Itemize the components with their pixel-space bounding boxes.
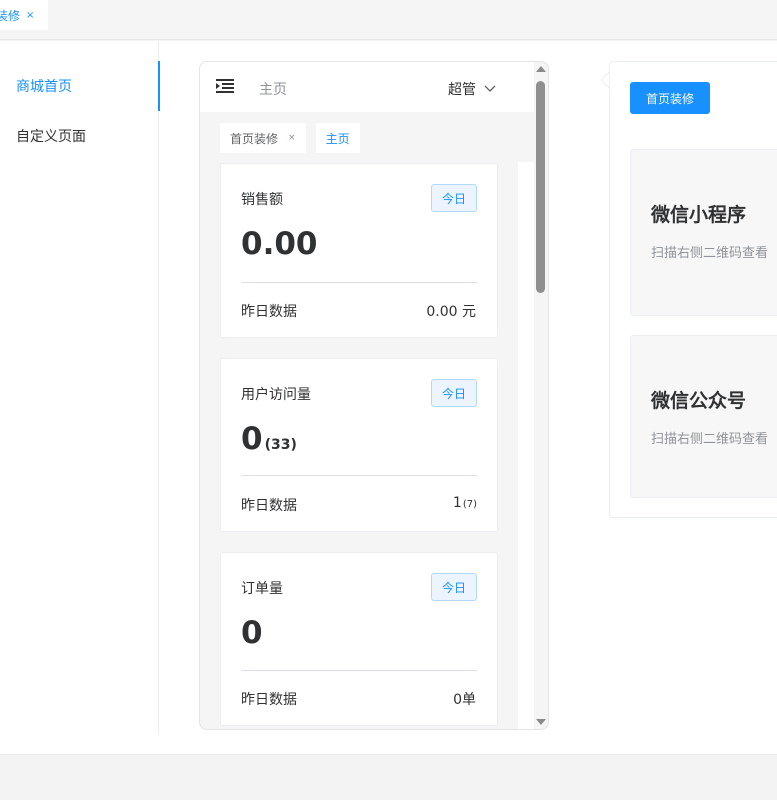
yesterday-value: 1(7) xyxy=(452,495,477,511)
box-desc: 扫描右侧二维码查看 xyxy=(651,432,769,447)
card-value: 0 xyxy=(241,615,263,651)
nav-item-custom-page[interactable]: 自定义页面 xyxy=(0,111,159,161)
decoration-popover: 首页装修 微信小程序 扫描右侧二维码查看 微信公众号 扫描右侧二维码查看 xyxy=(609,61,777,518)
scrollbar-thumb[interactable] xyxy=(536,81,545,293)
nav-item-label: 商城首页 xyxy=(16,79,72,95)
nav-item-mall-home[interactable]: 商城首页 xyxy=(0,61,160,111)
left-nav: 商城首页 自定义页面 xyxy=(0,41,160,734)
close-icon[interactable]: × xyxy=(26,10,34,21)
yesterday-value: 0单 xyxy=(453,692,476,708)
card-value: 0.00 xyxy=(241,226,318,262)
scrollbar[interactable] xyxy=(533,61,549,730)
chevron-down-icon xyxy=(484,85,496,92)
close-icon[interactable]: × xyxy=(288,133,296,143)
stat-card-orders: 订单量 今日 0 昨日数据 0单 xyxy=(220,552,498,726)
today-badge[interactable]: 今日 xyxy=(431,573,477,601)
yesterday-label: 昨日数据 xyxy=(241,692,297,708)
yesterday-label: 昨日数据 xyxy=(241,498,297,514)
phone-side-panel xyxy=(518,162,534,729)
stat-card-sales: 销售额 今日 0.00 昨日数据 0.00 元 xyxy=(220,163,498,338)
yesterday-label: 昨日数据 xyxy=(241,304,297,320)
main-content: 商城首页 自定义页面 主页 超管 首页装修 × 主页 销售额 今日 0.00 昨… xyxy=(0,41,777,754)
phone-breadcrumb-home[interactable]: 主页 xyxy=(259,79,287,99)
divider xyxy=(241,282,477,283)
box-desc: 扫描右侧二维码查看 xyxy=(651,246,769,261)
menu-indent-icon[interactable] xyxy=(216,78,234,94)
scroll-down-arrow-icon[interactable] xyxy=(536,719,546,725)
user-dropdown[interactable]: 超管 xyxy=(448,79,496,99)
top-tab-decoration[interactable]: 装修 × xyxy=(0,0,48,30)
user-name: 超管 xyxy=(448,82,476,98)
phone-preview: 主页 超管 首页装修 × 主页 销售额 今日 0.00 昨日数据 0.00 元 … xyxy=(199,61,549,730)
home-decoration-button[interactable]: 首页装修 xyxy=(630,82,710,114)
card-title: 销售额 xyxy=(241,192,283,208)
phone-tab-label: 首页装修 xyxy=(230,131,279,146)
top-tab-label: 装修 xyxy=(0,8,21,23)
scroll-up-arrow-icon[interactable] xyxy=(536,66,546,72)
wechat-official-box: 微信公众号 扫描右侧二维码查看 xyxy=(630,335,777,498)
today-badge[interactable]: 今日 xyxy=(431,184,477,212)
box-title: 微信小程序 xyxy=(651,204,747,226)
box-title: 微信公众号 xyxy=(651,390,747,412)
yesterday-value: 0.00 元 xyxy=(426,304,476,320)
phone-tab-home-decoration[interactable]: 首页装修 × xyxy=(220,123,306,153)
divider xyxy=(241,670,477,671)
divider xyxy=(241,475,477,476)
card-value: 0 (33) xyxy=(241,421,297,457)
today-badge[interactable]: 今日 xyxy=(431,379,477,407)
wechat-miniprogram-box: 微信小程序 扫描右侧二维码查看 xyxy=(630,149,777,316)
card-title: 订单量 xyxy=(241,581,283,597)
top-tab-bar: 装修 × xyxy=(0,0,777,40)
stat-card-visits: 用户访问量 今日 0 (33) 昨日数据 1(7) xyxy=(220,358,498,532)
phone-tab-label: 主页 xyxy=(325,131,350,146)
phone-tabs: 首页装修 × 主页 xyxy=(220,123,360,153)
card-title: 用户访问量 xyxy=(241,387,311,403)
nav-item-label: 自定义页面 xyxy=(16,129,86,145)
footer-area xyxy=(0,754,777,800)
phone-header: 主页 超管 xyxy=(200,62,534,112)
phone-tab-home[interactable]: 主页 xyxy=(315,123,360,153)
